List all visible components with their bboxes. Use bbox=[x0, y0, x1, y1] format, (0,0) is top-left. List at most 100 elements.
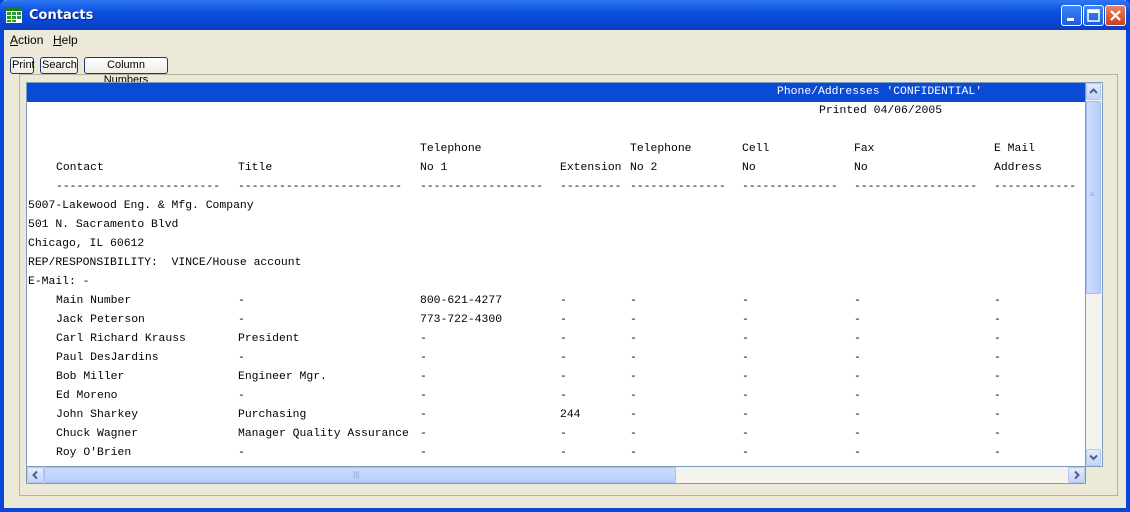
table-cell: - bbox=[238, 314, 245, 326]
column-header-top: Fax bbox=[854, 143, 875, 155]
vertical-scroll-thumb[interactable]: ≡ bbox=[1086, 101, 1101, 294]
table-cell: - bbox=[630, 371, 637, 383]
chevron-up-icon bbox=[1089, 88, 1098, 94]
chevron-down-icon bbox=[1089, 454, 1098, 461]
table-cell: - bbox=[630, 314, 637, 326]
table-cell: - bbox=[560, 390, 567, 402]
table-cell: - bbox=[420, 371, 427, 383]
table-cell: - bbox=[420, 409, 427, 421]
company-info-line: Chicago, IL 60612 bbox=[28, 238, 145, 250]
table-cell: - bbox=[994, 447, 1001, 459]
contact-name-cell: Paul DesJardins bbox=[56, 352, 159, 364]
contact-name-cell: Carl Richard Krauss bbox=[56, 333, 186, 345]
minimize-button[interactable] bbox=[1061, 5, 1082, 26]
table-cell: - bbox=[560, 352, 567, 364]
table-cell: 244 bbox=[560, 409, 581, 421]
close-button[interactable] bbox=[1105, 5, 1126, 26]
contact-name-cell: John Sharkey bbox=[56, 409, 139, 421]
menu-help-accel: H bbox=[53, 33, 62, 47]
table-cell: - bbox=[994, 314, 1001, 326]
menu-action[interactable]: Action bbox=[10, 33, 43, 47]
scroll-up-button[interactable] bbox=[1086, 83, 1101, 100]
maximize-button[interactable] bbox=[1083, 5, 1104, 26]
table-cell: - bbox=[854, 352, 861, 364]
print-button[interactable]: Print bbox=[10, 57, 35, 74]
table-cell: - bbox=[630, 390, 637, 402]
column-header: Address bbox=[994, 162, 1042, 174]
report-viewer[interactable]: Phone/Addresses 'CONFIDENTIAL' Printed 0… bbox=[26, 82, 1086, 467]
column-header: No bbox=[854, 162, 868, 174]
table-cell: - bbox=[560, 428, 567, 440]
contact-name-cell: Bob Miller bbox=[56, 371, 125, 383]
column-numbers-button[interactable]: Column Numbers bbox=[84, 57, 168, 86]
table-cell: - bbox=[560, 333, 567, 345]
table-cell: - bbox=[560, 371, 567, 383]
table-cell: - bbox=[742, 390, 749, 402]
column-header: Extension bbox=[560, 162, 622, 174]
table-cell: President bbox=[238, 333, 300, 345]
window-title: Contacts bbox=[29, 8, 94, 23]
table-cell: - bbox=[994, 428, 1001, 440]
column-separator: ------------ bbox=[994, 181, 1077, 193]
title-bar[interactable]: Contacts bbox=[0, 0, 1130, 30]
report-title: Phone/Addresses 'CONFIDENTIAL' bbox=[777, 86, 983, 98]
table-cell: - bbox=[560, 295, 567, 307]
table-cell: - bbox=[630, 352, 637, 364]
scroll-down-button[interactable] bbox=[1086, 449, 1101, 466]
menu-help[interactable]: Help bbox=[53, 33, 78, 47]
menu-action-accel: A bbox=[10, 33, 19, 47]
table-cell: - bbox=[854, 333, 861, 345]
column-header: Title bbox=[238, 162, 273, 174]
table-cell: - bbox=[742, 447, 749, 459]
table-cell: - bbox=[630, 409, 637, 421]
table-cell: - bbox=[560, 447, 567, 459]
table-cell: - bbox=[742, 295, 749, 307]
table-cell: - bbox=[630, 295, 637, 307]
column-header: No bbox=[742, 162, 756, 174]
maximize-icon bbox=[1087, 9, 1100, 22]
table-cell: - bbox=[238, 352, 245, 364]
horizontal-scrollbar[interactable]: ||| bbox=[26, 467, 1086, 484]
table-cell: - bbox=[742, 371, 749, 383]
table-cell: - bbox=[994, 352, 1001, 364]
thumb-grip-icon: ||| bbox=[353, 470, 360, 479]
table-cell: - bbox=[994, 390, 1001, 402]
column-header: No 1 bbox=[420, 162, 448, 174]
table-cell: - bbox=[994, 295, 1001, 307]
table-cell: - bbox=[238, 295, 245, 307]
table-cell: - bbox=[238, 390, 245, 402]
table-cell: - bbox=[742, 352, 749, 364]
scroll-left-button[interactable] bbox=[27, 467, 44, 483]
spreadsheet-icon bbox=[6, 7, 22, 23]
table-cell: - bbox=[994, 409, 1001, 421]
table-cell: - bbox=[420, 428, 427, 440]
table-cell: - bbox=[742, 409, 749, 421]
table-cell: - bbox=[420, 352, 427, 364]
column-separator: -------------- bbox=[630, 181, 726, 193]
contact-name-cell: Chuck Wagner bbox=[56, 428, 139, 440]
menu-bar: Action Help bbox=[4, 30, 1126, 50]
table-cell: - bbox=[854, 314, 861, 326]
scroll-corner bbox=[1086, 467, 1103, 484]
contact-name-cell: Roy O'Brien bbox=[56, 447, 132, 459]
company-info-line: REP/RESPONSIBILITY: VINCE/House account bbox=[28, 257, 302, 269]
table-cell: - bbox=[854, 428, 861, 440]
column-separator: ------------------ bbox=[854, 181, 978, 193]
table-cell: - bbox=[854, 447, 861, 459]
column-header-top: Telephone bbox=[420, 143, 482, 155]
table-cell: - bbox=[994, 371, 1001, 383]
table-cell: - bbox=[854, 371, 861, 383]
vertical-scrollbar[interactable]: ≡ bbox=[1086, 82, 1103, 467]
company-info-line: 5007-Lakewood Eng. & Mfg. Company bbox=[28, 200, 254, 212]
table-cell: - bbox=[630, 447, 637, 459]
menu-action-label: ction bbox=[18, 33, 44, 47]
table-cell: - bbox=[630, 428, 637, 440]
horizontal-scroll-thumb[interactable]: ||| bbox=[44, 467, 676, 483]
search-button[interactable]: Search bbox=[40, 57, 78, 74]
table-cell: Engineer Mgr. bbox=[238, 371, 327, 383]
column-header-top: Telephone bbox=[630, 143, 692, 155]
scroll-right-button[interactable] bbox=[1068, 467, 1085, 483]
contact-name-cell: Jack Peterson bbox=[56, 314, 145, 326]
close-icon bbox=[1110, 10, 1121, 21]
chevron-right-icon bbox=[1074, 470, 1080, 480]
